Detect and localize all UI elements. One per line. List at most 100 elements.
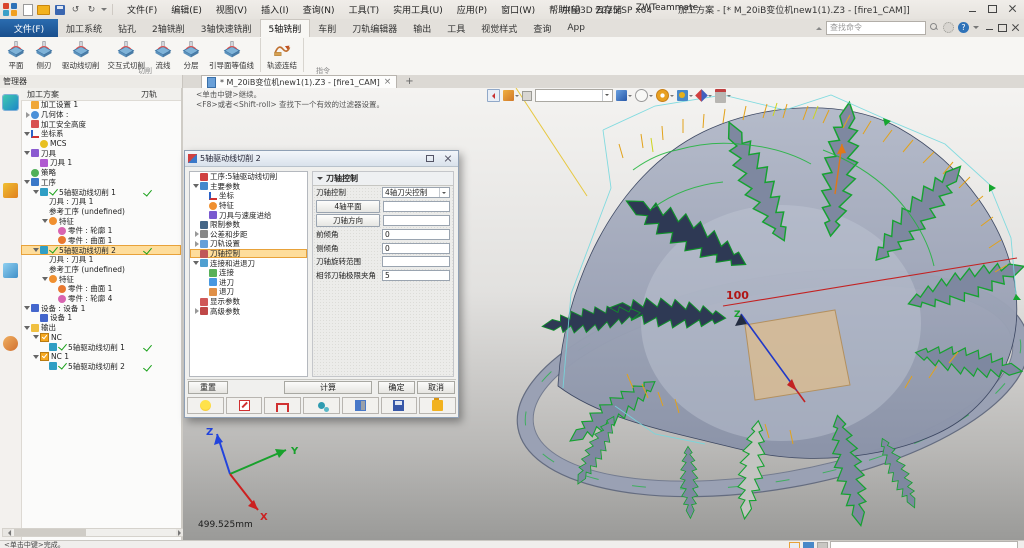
expand-arrow-icon[interactable]	[24, 149, 31, 157]
param-control[interactable]: 0	[382, 243, 450, 254]
nav-item[interactable]: 显示参数	[190, 297, 307, 307]
help-button[interactable]: ?	[958, 22, 969, 33]
display-toggle-icon[interactable]	[803, 542, 814, 548]
orient-button[interactable]	[696, 90, 712, 101]
expand-arrow-icon[interactable]	[33, 140, 40, 148]
expand-arrow-icon[interactable]	[51, 236, 58, 244]
expand-arrow-icon[interactable]	[42, 198, 49, 206]
dialog-restore-button[interactable]	[422, 152, 437, 165]
file-menu-button[interactable]: 文件(F)	[0, 19, 58, 37]
new-file-button[interactable]	[21, 3, 34, 16]
command-search-input[interactable]	[826, 21, 926, 35]
expand-arrow-icon[interactable]	[42, 256, 49, 264]
nav-item[interactable]: 坐标	[190, 191, 307, 201]
collapse-ribbon-icon[interactable]	[816, 24, 822, 30]
scrollbar-thumb[interactable]	[14, 529, 86, 536]
expand-arrow-icon[interactable]	[42, 217, 49, 225]
expand-arrow-icon[interactable]	[24, 130, 31, 138]
expand-arrow-icon[interactable]	[193, 173, 200, 181]
ribbon-button[interactable]: 驱动线切削	[58, 38, 104, 72]
param-control[interactable]	[383, 201, 450, 212]
load-params-button[interactable]	[419, 397, 456, 414]
expand-arrow-icon[interactable]	[193, 250, 200, 258]
nav-item[interactable]: 限制参数	[190, 220, 307, 230]
manager-hscrollbar[interactable]	[2, 528, 186, 537]
filter-combobox[interactable]	[535, 89, 613, 102]
cancel-button[interactable]: 取消	[417, 381, 455, 394]
expand-arrow-icon[interactable]	[33, 159, 40, 167]
tree-row[interactable]: 参考工序 (undefined)	[21, 265, 181, 275]
expand-arrow-icon[interactable]	[42, 362, 49, 370]
expand-arrow-icon[interactable]	[202, 288, 209, 296]
nav-item[interactable]: 刀具与速度进给	[190, 210, 307, 220]
edit-button[interactable]	[226, 397, 263, 414]
doc-close-button[interactable]	[1009, 21, 1022, 34]
pick-filter-button[interactable]	[522, 91, 532, 101]
expand-arrow-icon[interactable]	[42, 266, 49, 274]
ribbon-button[interactable]: 流线	[149, 38, 177, 72]
param-control[interactable]	[382, 256, 450, 267]
solids-tab-icon[interactable]	[3, 183, 18, 198]
display-mode-button[interactable]	[635, 89, 653, 102]
manager-tab-icon[interactable]	[3, 95, 18, 110]
expand-arrow-icon[interactable]	[33, 188, 40, 196]
expand-arrow-icon[interactable]	[24, 178, 31, 186]
hint-button[interactable]	[187, 397, 224, 414]
toolpath-step-button[interactable]	[264, 397, 301, 414]
reset-button[interactable]: 重置	[188, 381, 228, 394]
expand-arrow-icon[interactable]	[193, 221, 200, 229]
nc-checkbox[interactable]	[40, 352, 49, 361]
nc-checkbox[interactable]	[40, 333, 49, 342]
ribbon-tab[interactable]: 车削	[310, 19, 344, 37]
tree-row[interactable]: 刀具	[21, 148, 181, 158]
menu-item[interactable]: 文件(F)	[121, 1, 163, 18]
expand-arrow-icon[interactable]	[51, 285, 58, 293]
user-tab-icon[interactable]	[3, 336, 18, 351]
expand-arrow-icon[interactable]	[51, 227, 58, 235]
ribbon-tab[interactable]: 5轴铣削	[260, 19, 311, 37]
settings-gear-icon[interactable]	[943, 22, 954, 33]
nav-item[interactable]: 连接和进退刀	[190, 258, 307, 268]
tree-row[interactable]: 坐标系	[21, 129, 181, 139]
render-style-button[interactable]	[656, 89, 674, 102]
ribbon-tab[interactable]: 刀轨编辑器	[344, 19, 405, 37]
section-header[interactable]: 刀轴控制	[313, 172, 453, 186]
viewport-settings-button[interactable]	[677, 90, 693, 101]
combo-dropdown-icon[interactable]	[602, 90, 612, 101]
undo-button[interactable]: ↺	[69, 3, 82, 16]
clamp-button[interactable]	[715, 89, 731, 103]
ribbon-tab[interactable]: 钻孔	[110, 19, 144, 37]
tree-row[interactable]: 5轴驱动线切削 1	[21, 342, 181, 352]
doc-restore-button[interactable]	[996, 21, 1009, 34]
ribbon-tab[interactable]: 加工系统	[58, 19, 110, 37]
visualize-tab-icon[interactable]	[3, 263, 18, 278]
expand-arrow-icon[interactable]	[193, 307, 200, 315]
tree-row[interactable]: 输出	[21, 323, 181, 333]
expand-arrow-icon[interactable]	[202, 202, 209, 210]
tree-row[interactable]: 5轴驱动线切削 2	[21, 362, 181, 372]
expand-arrow-icon[interactable]	[24, 324, 31, 332]
toolpath-link-button[interactable]: 轨迹连结	[263, 38, 301, 72]
ribbon-tab[interactable]: App	[559, 19, 593, 37]
tree-row[interactable]: 5轴驱动线切削 2	[21, 245, 181, 255]
calculate-button[interactable]: 计算	[284, 381, 372, 394]
expand-arrow-icon[interactable]	[33, 246, 40, 254]
regenerate-button[interactable]	[303, 397, 340, 414]
ribbon-tab[interactable]: 2轴铣削	[144, 19, 193, 37]
param-control[interactable]: 5	[382, 270, 450, 281]
tool-library-button[interactable]	[342, 397, 379, 414]
panel-toggle-icon[interactable]	[789, 542, 800, 548]
exit-pick-button[interactable]	[487, 89, 500, 102]
ribbon-button[interactable]: 平面	[2, 38, 30, 72]
menu-item[interactable]: 查询(N)	[297, 1, 341, 18]
menu-item[interactable]: 窗口(W)	[495, 1, 541, 18]
quick-access-dropdown-icon[interactable]	[101, 8, 107, 14]
nav-item[interactable]: 工序:5轴驱动线切削	[190, 172, 307, 182]
scroll-left-icon[interactable]	[3, 529, 12, 536]
expand-arrow-icon[interactable]	[33, 333, 40, 341]
ribbon-button[interactable]: 分层	[177, 38, 205, 72]
expand-arrow-icon[interactable]	[202, 192, 209, 200]
ribbon-tab[interactable]: 3轴快速铣削	[193, 19, 260, 37]
save-params-button[interactable]	[381, 397, 418, 414]
ok-button[interactable]: 确定	[378, 381, 415, 394]
